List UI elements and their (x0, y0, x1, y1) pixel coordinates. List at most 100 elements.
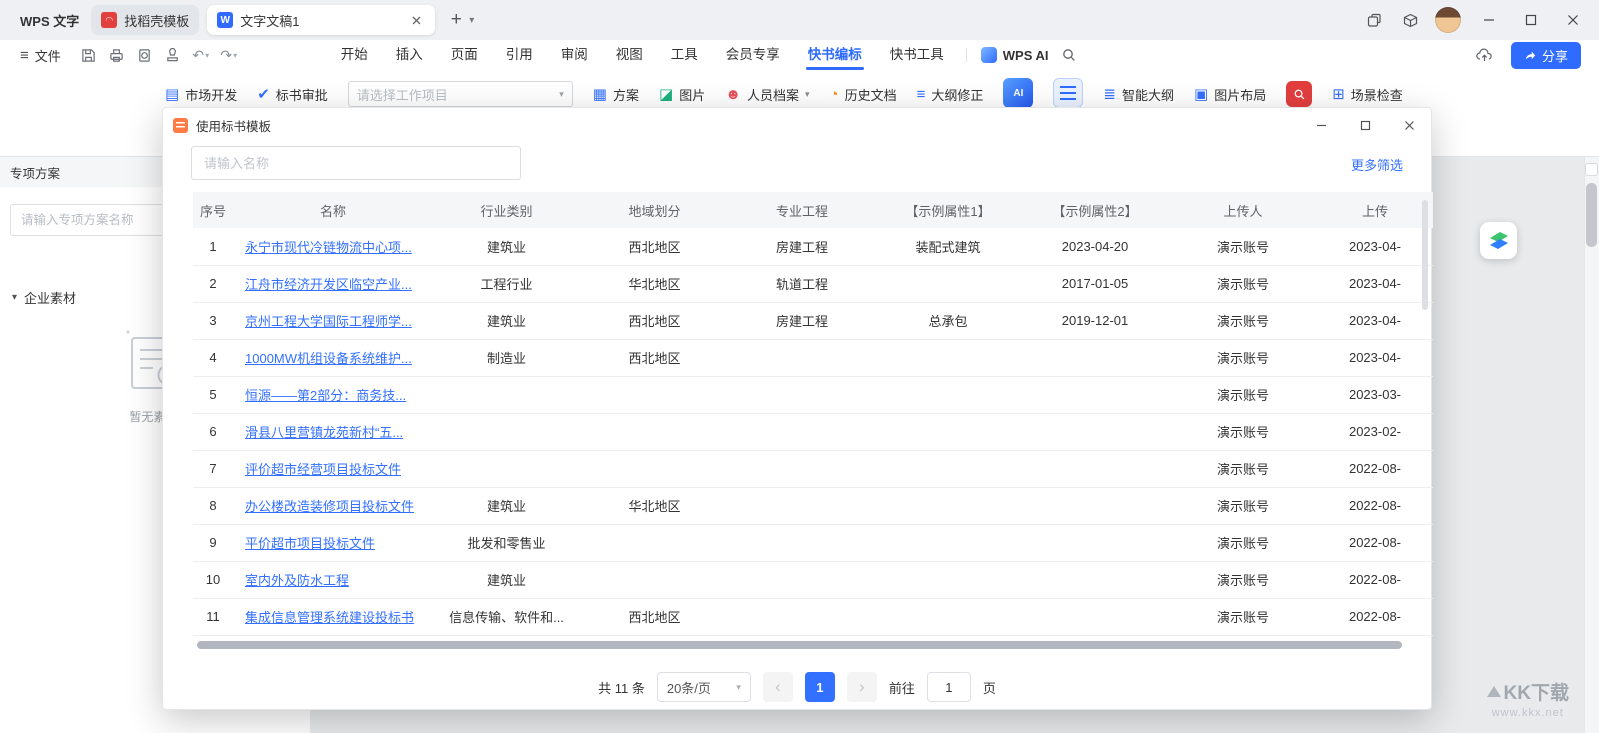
market-dev-button[interactable]: ▤ 市场开发 (165, 81, 237, 107)
ai-doc-icon-button[interactable] (1003, 78, 1033, 108)
smart-outline-button[interactable]: ≣ 智能大纲 (1103, 81, 1174, 107)
column-header: 上传 (1317, 192, 1433, 228)
menu-tab[interactable]: 引用 (492, 40, 547, 70)
template-name-link[interactable]: 室内外及防水工程 (245, 573, 349, 588)
tab-close-icon[interactable] (407, 11, 425, 29)
wps-app-menu-button[interactable]: WPS 文字 (8, 0, 91, 40)
scene-check-button[interactable]: ⊞ 场景检查 (1332, 81, 1403, 107)
tab-document[interactable]: 文字文稿1 (207, 5, 435, 35)
dialog-close-button[interactable] (1387, 108, 1431, 142)
table-cell: 2022-08- (1317, 524, 1433, 561)
collapse-caret-icon[interactable] (12, 292, 17, 303)
dialog-minimize-button[interactable] (1299, 108, 1343, 142)
template-name-link[interactable]: 滑县八里营镇龙苑新村“五... (245, 425, 403, 440)
tab-docer-template[interactable]: 找稻壳模板 (91, 5, 199, 35)
picture-button[interactable]: ◪ 图片 (659, 81, 705, 107)
image-layout-button[interactable]: ▣ 图片布局 (1194, 81, 1266, 107)
template-name-link[interactable]: 1000MW机组设备系统维护... (245, 351, 412, 366)
wps-ai-button[interactable]: WPS AI (975, 47, 1055, 63)
table-cell: 演示账号 (1169, 302, 1317, 339)
table-header-row: 序号名称行业类别地域划分专业工程【示例属性1】【示例属性2】上传人上传 (193, 192, 1433, 228)
template-name-link[interactable]: 评价超市经营项目投标文件 (245, 462, 401, 477)
scroll-top-button[interactable] (1585, 163, 1598, 176)
next-page-button[interactable] (847, 672, 877, 702)
dialog-controls (1299, 108, 1431, 142)
plan-icon: ▦ (593, 87, 607, 102)
redo-icon[interactable]: ↷▾ (217, 43, 241, 67)
promo-box-icon[interactable] (1395, 5, 1425, 35)
menubar-right: 分享 (1471, 42, 1589, 69)
table-cell: 2023-04- (1317, 228, 1433, 265)
tab-list-caret-icon[interactable] (469, 15, 485, 26)
tab-label: 找稻壳模板 (124, 11, 189, 30)
menu-tab[interactable]: 工具 (657, 40, 712, 70)
goto-page-input[interactable] (927, 672, 971, 702)
table-cell (1021, 450, 1169, 487)
kuaishu-float-widget[interactable] (1480, 222, 1517, 259)
template-name-link[interactable]: 平价超市项目投标文件 (245, 536, 375, 551)
save-icon[interactable] (77, 43, 101, 67)
window-close-button[interactable] (1555, 5, 1591, 35)
scrollbar-thumb[interactable] (1586, 183, 1597, 247)
stamp-icon[interactable] (161, 43, 185, 67)
plan-button[interactable]: ▦ 方案 (593, 81, 639, 107)
personnel-files-button[interactable]: ☻ 人员档案 ▾ (725, 81, 809, 107)
bid-approval-button[interactable]: ✔ 标书审批 (257, 81, 328, 107)
menu-tab[interactable]: 插入 (382, 40, 437, 70)
more-filters-link[interactable]: 更多筛选 (1351, 155, 1403, 174)
sidebar-group-enterprise-material[interactable]: 企业素材 (12, 288, 76, 307)
outline-fix-button[interactable]: ≡ 大纲修正 (917, 81, 984, 107)
table-cell (875, 339, 1021, 376)
table-cell: 2019-12-01 (1021, 302, 1169, 339)
table-cell: 2022-08- (1317, 598, 1433, 635)
goto-label: 前往 (889, 678, 915, 697)
template-name-link[interactable]: 集成信息管理系统建设投标书 (245, 610, 414, 625)
menu-tab[interactable]: 审阅 (547, 40, 602, 70)
template-name-link[interactable]: 京州工程大学国际工程师学... (245, 314, 412, 329)
menu-tab[interactable]: 快书工具 (876, 40, 958, 70)
window-layout-icon[interactable] (1359, 5, 1389, 35)
project-select[interactable]: 请选择工作项目 ▾ (348, 81, 573, 107)
menu-tab[interactable]: 页面 (437, 40, 492, 70)
new-tab-button[interactable] (443, 7, 469, 33)
share-button[interactable]: 分享 (1511, 42, 1581, 69)
table-cell (729, 561, 875, 598)
template-name-search-input[interactable] (191, 146, 521, 180)
template-name-link[interactable]: 江舟市经济开发区临空产业... (245, 277, 412, 292)
table-cell (580, 450, 729, 487)
table-cell: 演示账号 (1169, 413, 1317, 450)
menu-tab[interactable]: 会员专享 (712, 40, 794, 70)
menu-tab[interactable]: 快书编标 (794, 40, 876, 70)
search-icon[interactable] (1055, 42, 1083, 68)
template-name-link[interactable]: 办公楼改造装修项目投标文件 (245, 499, 414, 514)
table-row: 10室内外及防水工程建筑业演示账号2022-08- (193, 561, 1433, 598)
window-minimize-button[interactable] (1471, 5, 1507, 35)
template-name-link[interactable]: 恒源——第2部分：商务技... (245, 388, 406, 403)
table-cell: 演示账号 (1169, 339, 1317, 376)
personnel-icon: ☻ (725, 87, 741, 102)
template-card-icon-button[interactable] (1053, 78, 1083, 108)
current-page-button[interactable]: 1 (805, 672, 835, 702)
print-icon[interactable] (105, 43, 129, 67)
menu-tab[interactable]: 视图 (602, 40, 657, 70)
dialog-maximize-button[interactable] (1343, 108, 1387, 142)
page-size-select[interactable]: 20条/页 ▾ (657, 672, 751, 702)
table-vertical-scrollbar[interactable] (1422, 200, 1428, 310)
print-preview-icon[interactable] (133, 43, 157, 67)
prev-page-button[interactable] (763, 672, 793, 702)
undo-icon[interactable]: ↶▾ (189, 43, 213, 67)
market-dev-icon: ▤ (165, 87, 179, 102)
table-cell (875, 413, 1021, 450)
window-vertical-scrollbar[interactable] (1584, 157, 1599, 733)
ai-check-icon-button[interactable] (1286, 81, 1312, 107)
window-maximize-button[interactable] (1513, 5, 1549, 35)
table-cell: 演示账号 (1169, 265, 1317, 302)
upload-cloud-icon[interactable] (1471, 42, 1499, 68)
user-avatar[interactable] (1435, 7, 1461, 33)
table-horizontal-scrollbar[interactable] (197, 641, 1402, 649)
template-name-link[interactable]: 永宁市现代冷链物流中心项... (245, 240, 412, 255)
menu-tab[interactable]: 开始 (327, 40, 382, 70)
history-docs-button[interactable]: ◔ 历史文档 (830, 81, 897, 107)
table-cell: 6 (193, 413, 233, 450)
file-menu-button[interactable]: 文件 (10, 40, 71, 70)
